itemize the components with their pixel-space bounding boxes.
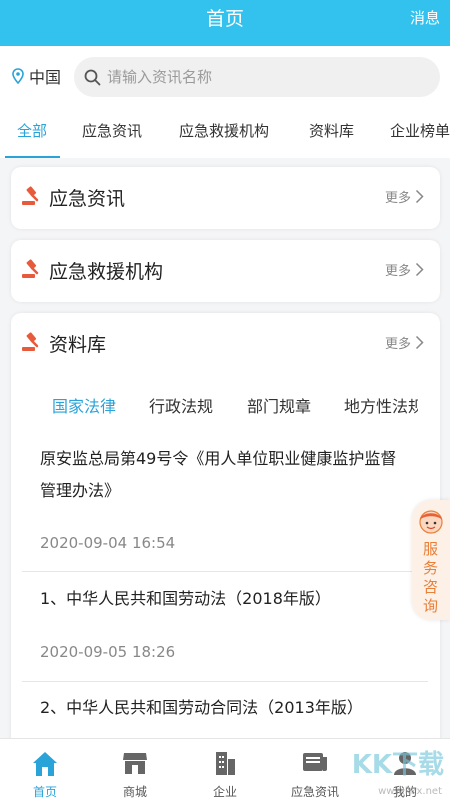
card-header: 应急救援机构 更多 <box>11 240 440 302</box>
tab-library[interactable]: 资料库 <box>309 120 354 141</box>
nav-label: 首页 <box>32 785 57 799</box>
subtab-dept-rules[interactable]: 部门规章 <box>247 393 311 417</box>
nav-label: 商城 <box>122 785 147 799</box>
top-bar: 首页 消息 <box>0 0 450 46</box>
list-item[interactable]: 2、中华人民共和国劳动合同法（2013年版） <box>40 692 400 724</box>
gavel-icon <box>22 259 39 278</box>
location-pin-icon <box>12 68 24 84</box>
news-icon <box>303 753 327 771</box>
search-input[interactable] <box>107 68 407 86</box>
nav-home[interactable]: 首页 <box>0 739 90 800</box>
divider <box>22 571 428 572</box>
card-rescue-agencies: 应急救援机构 更多 <box>11 240 440 302</box>
tab-all[interactable]: 全部 <box>17 120 47 141</box>
nav-shop[interactable]: 商城 <box>90 739 180 800</box>
location-selector[interactable]: 中国 <box>12 64 61 88</box>
subtab-admin-regulations[interactable]: 行政法规 <box>149 393 213 417</box>
watermark-logo: KK下载 <box>351 750 444 780</box>
building-icon <box>216 752 235 775</box>
more-label: 更多 <box>384 191 411 206</box>
tab-enterprise-ranking[interactable]: 企业榜单 <box>390 120 450 141</box>
chevron-right-icon <box>415 189 424 204</box>
card-title: 资料库 <box>49 334 107 356</box>
search-icon <box>84 69 101 85</box>
message-button[interactable]: 消息 <box>410 7 440 28</box>
home-icon <box>33 752 57 776</box>
list-item[interactable]: 1、中华人民共和国劳动法（2018年版） <box>40 583 400 615</box>
nav-enterprise[interactable]: 企业 <box>180 739 270 800</box>
item-date: 2020-09-04 16:54 <box>40 534 176 552</box>
customer-service-icon <box>419 510 443 534</box>
item-title: 2、中华人民共和国劳动合同法（2013年版） <box>40 698 363 717</box>
active-tab-indicator <box>5 156 60 158</box>
item-title: 原安监总局第49号令《用人单位职业健康监护监督管理办法》 <box>40 449 397 500</box>
item-title: 1、中华人民共和国劳动法（2018年版） <box>40 589 331 608</box>
more-link[interactable]: 更多 <box>385 260 424 279</box>
search-box[interactable] <box>74 57 440 97</box>
more-link[interactable]: 更多 <box>385 187 424 206</box>
location-label: 中国 <box>29 68 62 87</box>
category-tabs: 全部 应急资讯 应急救援机构 资料库 企业榜单 <box>0 108 450 158</box>
card-library: 资料库 更多 <box>11 313 440 753</box>
more-link[interactable]: 更多 <box>385 333 424 352</box>
tab-emergency-news[interactable]: 应急资讯 <box>82 120 142 141</box>
card-title: 应急救援机构 <box>49 261 164 283</box>
gavel-icon <box>22 186 39 205</box>
card-header: 资料库 更多 <box>11 313 440 375</box>
more-label: 更多 <box>384 264 411 279</box>
subtab-national-law[interactable]: 国家法律 <box>52 393 116 417</box>
divider <box>22 681 428 682</box>
shop-icon <box>123 753 147 774</box>
nav-label: 应急资讯 <box>290 785 339 799</box>
more-label: 更多 <box>384 337 411 352</box>
chevron-right-icon <box>415 262 424 277</box>
chevron-right-icon <box>415 335 424 350</box>
search-row: 中国 <box>0 46 450 108</box>
service-consult-button[interactable]: 服务咨询 <box>412 500 450 620</box>
nav-label: 企业 <box>212 785 237 799</box>
nav-emergency-news[interactable]: 应急资讯 <box>270 739 360 800</box>
item-date: 2020-09-05 18:26 <box>40 643 176 661</box>
tab-rescue-agencies[interactable]: 应急救援机构 <box>179 120 269 141</box>
card-title: 应急资讯 <box>49 188 126 210</box>
card-header: 应急资讯 更多 <box>11 167 440 229</box>
service-label: 服务咨询 <box>423 540 439 615</box>
page-title: 首页 <box>205 8 244 30</box>
card-emergency-news: 应急资讯 更多 <box>11 167 440 229</box>
watermark-url: www.kkx.net <box>378 786 442 797</box>
list-item[interactable]: 原安监总局第49号令《用人单位职业健康监护监督管理办法》 <box>40 443 400 507</box>
subtab-local-regulations[interactable]: 地方性法规 <box>344 393 418 417</box>
gavel-icon <box>22 332 39 351</box>
